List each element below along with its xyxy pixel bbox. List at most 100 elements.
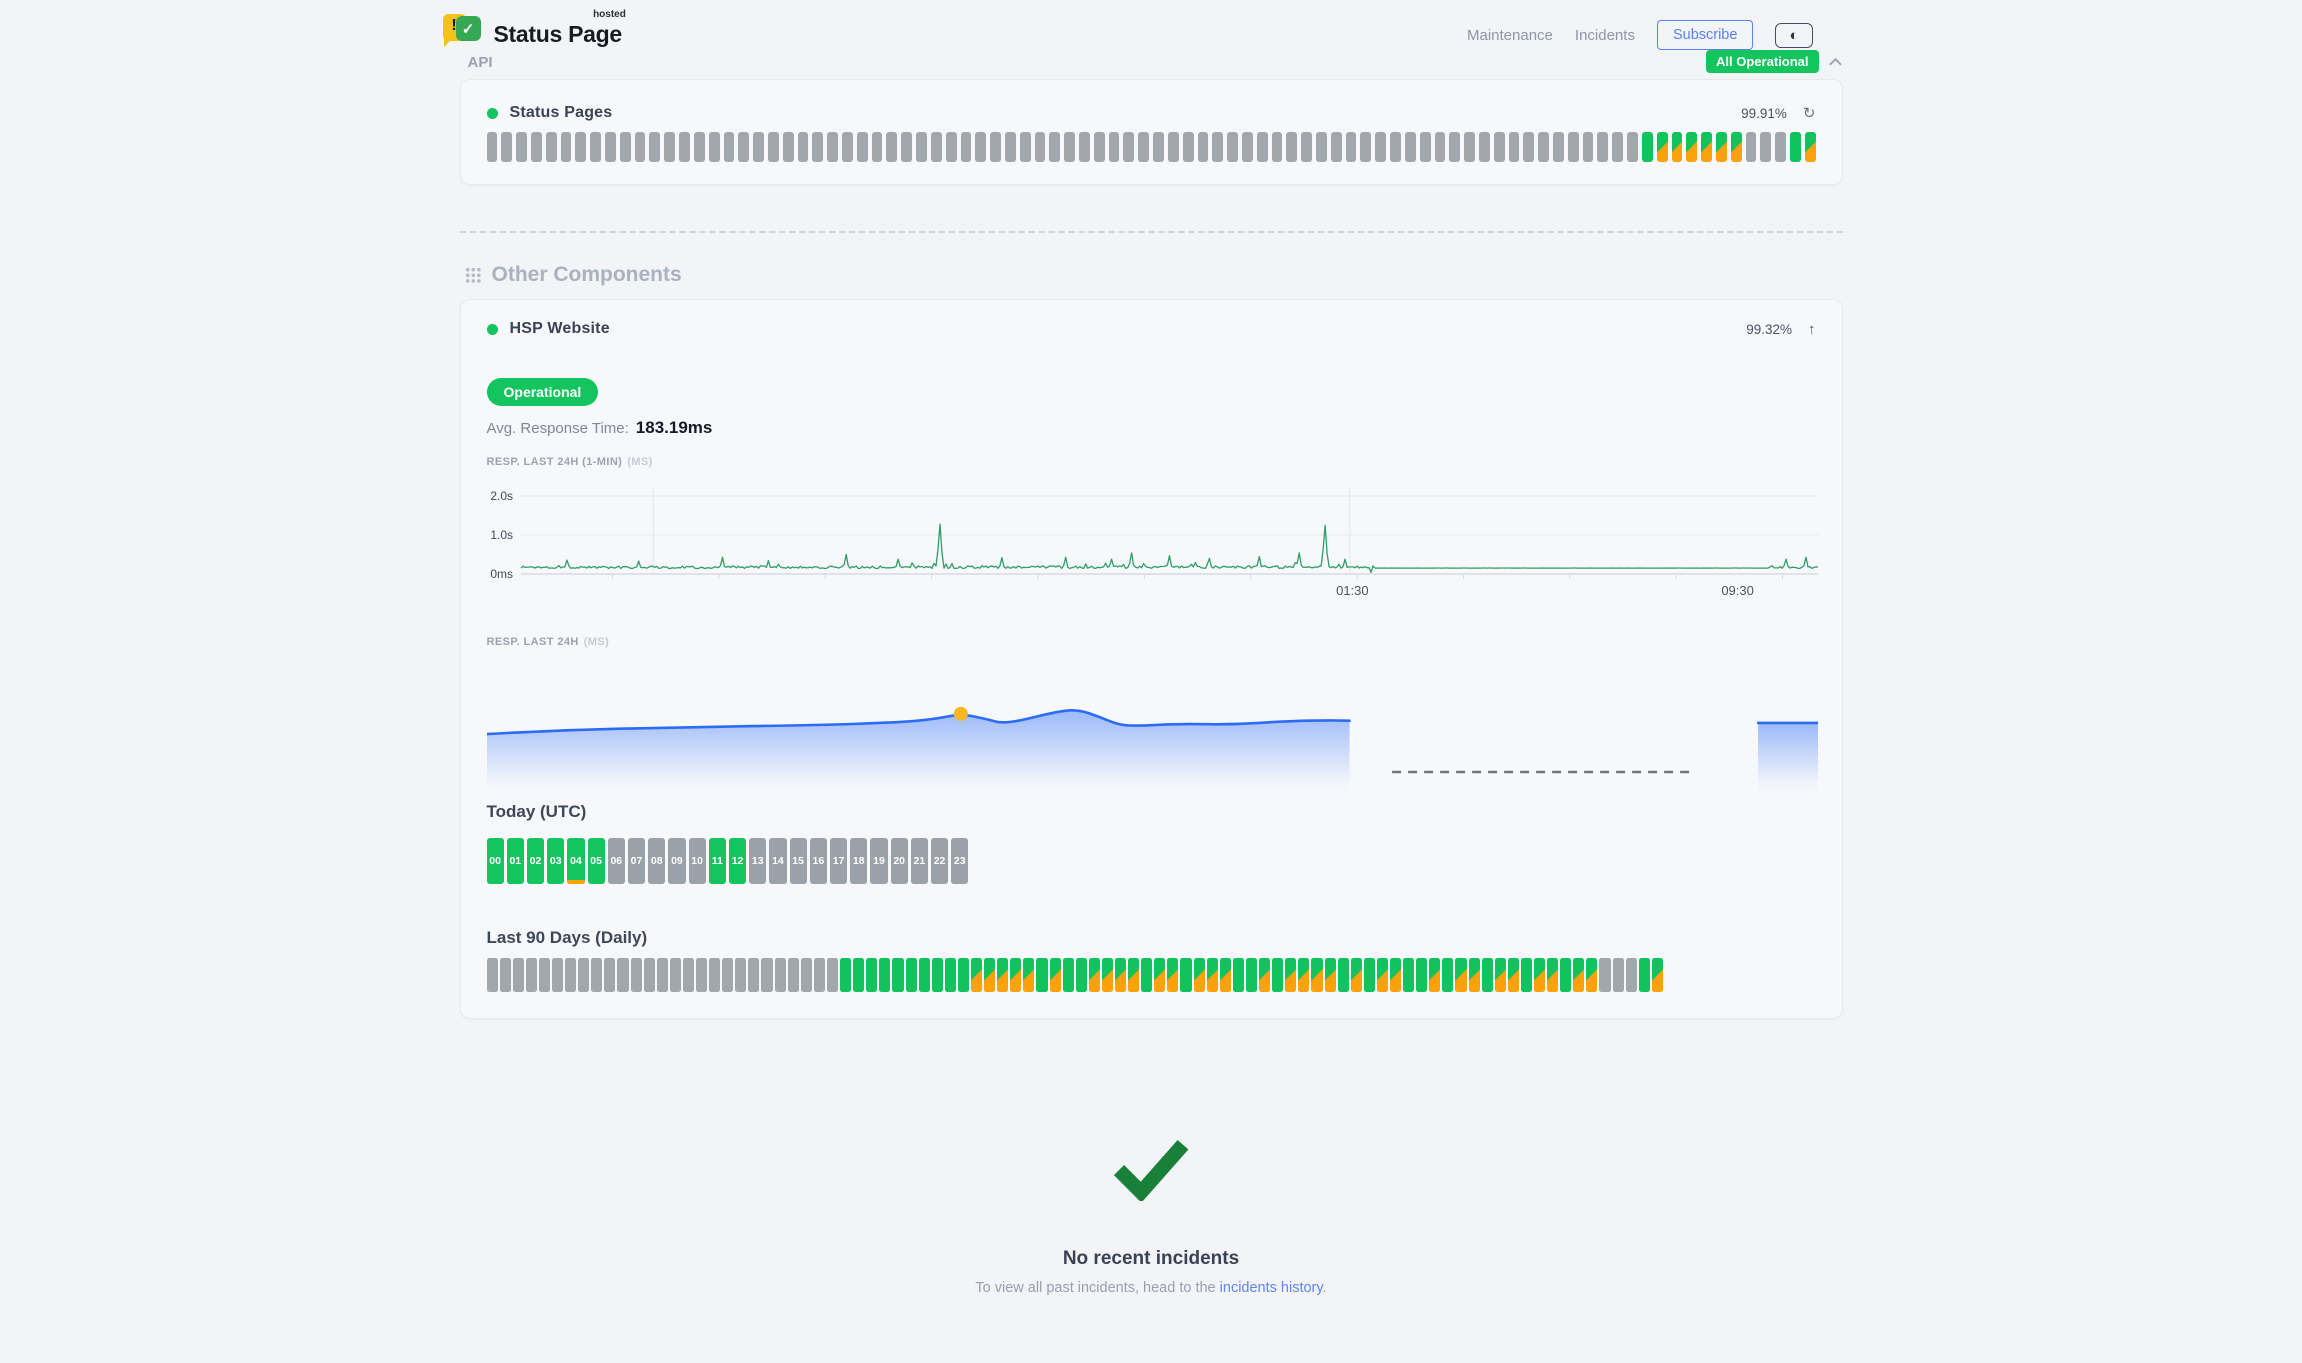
uptime-bar[interactable] xyxy=(1775,132,1786,162)
uptime-bar[interactable] xyxy=(801,958,812,992)
hour-block-21[interactable]: 21 xyxy=(911,838,928,884)
uptime-bar[interactable] xyxy=(1479,132,1490,162)
uptime-bar[interactable] xyxy=(1405,132,1416,162)
uptime-bar[interactable] xyxy=(1198,132,1209,162)
uptime-bar[interactable] xyxy=(1115,958,1126,992)
uptime-bar[interactable] xyxy=(814,958,825,992)
uptime-bar[interactable] xyxy=(997,958,1008,992)
uptime-bar[interactable] xyxy=(1701,132,1712,162)
uptime-bar[interactable] xyxy=(857,132,868,162)
uptime-bar[interactable] xyxy=(788,958,799,992)
uptime-bar[interactable] xyxy=(1509,132,1520,162)
hour-block-16[interactable]: 16 xyxy=(810,838,827,884)
uptime-bar[interactable] xyxy=(694,132,705,162)
uptime-bar[interactable] xyxy=(1351,958,1362,992)
uptime-bar[interactable] xyxy=(565,958,576,992)
uptime-bar[interactable] xyxy=(735,958,746,992)
uptime-bar[interactable] xyxy=(1094,132,1105,162)
uptime-bar[interactable] xyxy=(932,958,943,992)
uptime-bar[interactable] xyxy=(775,958,786,992)
uptime-bar[interactable] xyxy=(738,132,749,162)
uptime-bar[interactable] xyxy=(1469,958,1480,992)
uptime-bar[interactable] xyxy=(1076,958,1087,992)
uptime-bar[interactable] xyxy=(812,132,823,162)
uptime-bar[interactable] xyxy=(679,132,690,162)
hour-block-06[interactable]: 06 xyxy=(608,838,625,884)
uptime-bar[interactable] xyxy=(1286,132,1297,162)
uptime-bar[interactable] xyxy=(1449,132,1460,162)
uptime-bar[interactable] xyxy=(753,132,764,162)
nav-incidents[interactable]: Incidents xyxy=(1575,27,1635,44)
hour-block-12[interactable]: 12 xyxy=(729,838,746,884)
hour-block-15[interactable]: 15 xyxy=(790,838,807,884)
uptime-bar[interactable] xyxy=(1429,958,1440,992)
uptime-bar[interactable] xyxy=(1672,132,1683,162)
hour-block-04[interactable]: 04 xyxy=(567,838,584,884)
hour-block-13[interactable]: 13 xyxy=(749,838,766,884)
hour-block-10[interactable]: 10 xyxy=(689,838,706,884)
uptime-bar[interactable] xyxy=(1553,132,1564,162)
hour-block-20[interactable]: 20 xyxy=(891,838,908,884)
uptime-bar[interactable] xyxy=(1639,958,1650,992)
hour-block-05[interactable]: 05 xyxy=(588,838,605,884)
uptime-bar[interactable] xyxy=(1613,958,1624,992)
uptime-bar[interactable] xyxy=(1079,132,1090,162)
uptime-bar[interactable] xyxy=(1626,958,1637,992)
hour-block-03[interactable]: 03 xyxy=(547,838,564,884)
uptime-bar[interactable] xyxy=(696,958,707,992)
uptime-bar[interactable] xyxy=(961,132,972,162)
uptime-bar[interactable] xyxy=(1597,132,1608,162)
uptime-bar[interactable] xyxy=(971,958,982,992)
uptime-bar[interactable] xyxy=(578,958,589,992)
uptime-bar[interactable] xyxy=(842,132,853,162)
uptime-bar[interactable] xyxy=(1495,958,1506,992)
uptime-bar[interactable] xyxy=(1153,132,1164,162)
uptime-bar[interactable] xyxy=(1049,132,1060,162)
incidents-history-link[interactable]: incidents history xyxy=(1220,1280,1323,1296)
uptime-bar[interactable] xyxy=(1573,958,1584,992)
hour-block-19[interactable]: 19 xyxy=(870,838,887,884)
uptime-bar[interactable] xyxy=(1731,132,1742,162)
uptime-bar[interactable] xyxy=(1686,132,1697,162)
chart-marker-dot[interactable] xyxy=(953,707,967,721)
uptime-bar[interactable] xyxy=(1035,132,1046,162)
brand-logo[interactable]: ! ✓ hosted Status Page xyxy=(443,12,622,54)
uptime-bar[interactable] xyxy=(605,132,616,162)
hour-block-14[interactable]: 14 xyxy=(769,838,786,884)
uptime-bar[interactable] xyxy=(722,958,733,992)
uptime-bar[interactable] xyxy=(631,958,642,992)
uptime-bar[interactable] xyxy=(827,132,838,162)
theme-toggle-button[interactable]: ◐ xyxy=(1775,23,1812,48)
uptime-bar[interactable] xyxy=(1377,958,1388,992)
uptime-bar[interactable] xyxy=(1298,958,1309,992)
uptime-bar[interactable] xyxy=(1790,132,1801,162)
uptime-bar[interactable] xyxy=(1627,132,1638,162)
uptime-bar[interactable] xyxy=(1538,132,1549,162)
uptime-bar[interactable] xyxy=(575,132,586,162)
uptime-bar[interactable] xyxy=(906,958,917,992)
hour-block-17[interactable]: 17 xyxy=(830,838,847,884)
uptime-bar[interactable] xyxy=(1583,132,1594,162)
uptime-bar[interactable] xyxy=(1508,958,1519,992)
uptime-bar[interactable] xyxy=(1220,958,1231,992)
uptime-bar[interactable] xyxy=(1316,132,1327,162)
uptime-bar[interactable] xyxy=(879,958,890,992)
uptime-bar[interactable] xyxy=(1442,958,1453,992)
uptime-bar[interactable] xyxy=(1168,132,1179,162)
uptime-bar[interactable] xyxy=(1331,132,1342,162)
chevron-up-icon[interactable] xyxy=(1828,57,1843,67)
uptime-bar[interactable] xyxy=(1346,132,1357,162)
uptime-bar[interactable] xyxy=(1233,958,1244,992)
uptime-bar[interactable] xyxy=(866,958,877,992)
hour-block-07[interactable]: 07 xyxy=(628,838,645,884)
refresh-icon[interactable]: ↻ xyxy=(1803,104,1816,122)
hour-block-11[interactable]: 11 xyxy=(709,838,726,884)
uptime-bar[interactable] xyxy=(561,132,572,162)
uptime-bar[interactable] xyxy=(649,132,660,162)
uptime-bar[interactable] xyxy=(709,132,720,162)
uptime-bar[interactable] xyxy=(513,958,524,992)
uptime-bar[interactable] xyxy=(1568,132,1579,162)
uptime-bar[interactable] xyxy=(1482,958,1493,992)
uptime-bar[interactable] xyxy=(1167,958,1178,992)
uptime-bar[interactable] xyxy=(1403,958,1414,992)
